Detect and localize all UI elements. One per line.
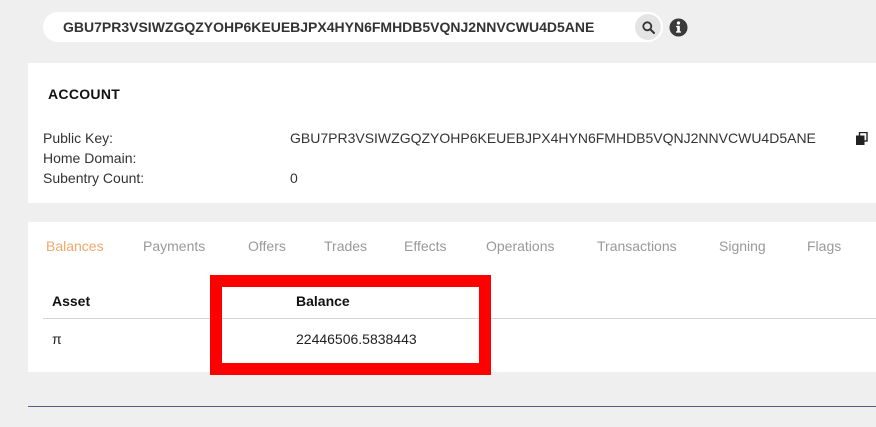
asset-cell: π <box>52 331 62 347</box>
search-bar-row <box>0 0 876 56</box>
search-box <box>43 12 663 42</box>
search-icon <box>641 20 655 34</box>
asset-column-header: Asset <box>52 293 91 309</box>
account-title: ACCOUNT <box>48 86 121 102</box>
info-circle-icon[interactable] <box>669 18 688 37</box>
tab-effects[interactable]: Effects <box>404 238 447 254</box>
home-domain-label: Home Domain: <box>43 150 137 166</box>
public-key-label: Public Key: <box>43 130 114 146</box>
tab-signing[interactable]: Signing <box>719 238 766 254</box>
tab-bar: Balances Payments Offers Trades Effects … <box>28 222 876 272</box>
tab-transactions[interactable]: Transactions <box>597 238 677 254</box>
search-button[interactable] <box>635 14 661 40</box>
public-key-value: GBU7PR3VSIWZGQZYOHP6KEUEBJPX4HYN6FMHDB5V… <box>290 130 816 146</box>
subentry-count-value: 0 <box>290 170 298 186</box>
highlight-annotation-box <box>210 275 491 375</box>
tab-operations[interactable]: Operations <box>486 238 554 254</box>
tab-offers[interactable]: Offers <box>248 238 286 254</box>
search-input[interactable] <box>63 18 623 36</box>
tab-flags[interactable]: Flags <box>807 238 841 254</box>
tab-payments[interactable]: Payments <box>143 238 205 254</box>
tab-balances[interactable]: Balances <box>46 238 104 254</box>
tab-trades[interactable]: Trades <box>324 238 367 254</box>
subentry-count-label: Subentry Count: <box>43 170 145 186</box>
bottom-divider <box>28 406 876 407</box>
account-card: ACCOUNT Public Key: GBU7PR3VSIWZGQZYOHP6… <box>28 63 876 203</box>
copy-icon[interactable] <box>856 132 868 145</box>
